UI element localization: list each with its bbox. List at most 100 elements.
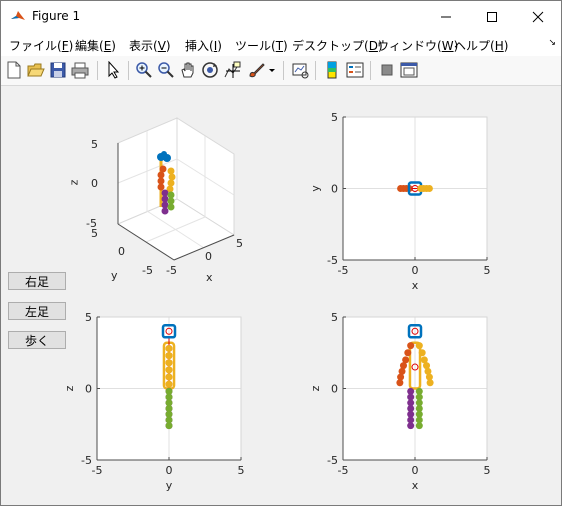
y-tick-label: -5 — [327, 254, 338, 267]
dock-arrow-icon[interactable]: ↘ — [548, 38, 556, 48]
axes-front-view[interactable]: -5 0 5 -5 0 5 x z — [299, 306, 499, 496]
data-point-yellow — [425, 185, 433, 192]
pan-icon[interactable] — [179, 61, 197, 79]
maximize-button[interactable] — [469, 1, 515, 32]
rotate-3d-icon[interactable] — [201, 61, 219, 79]
x-tick-label: 0 — [412, 464, 419, 477]
axes-top-view[interactable]: -5 0 5 -5 0 5 x y — [299, 106, 499, 296]
y-tick-label: -5 — [327, 454, 338, 467]
axes3d-ztick-top: 5 — [91, 138, 98, 151]
menu-file-label: ファイル( — [9, 39, 62, 53]
toolbar-separator — [283, 61, 284, 80]
brush-dropdown-icon[interactable] — [267, 61, 277, 79]
toolbar-separator — [315, 61, 316, 80]
y-tick-label: 0 — [331, 383, 338, 396]
axes3d-ytick-mid: 0 — [118, 245, 125, 258]
axes-side-view[interactable]: -5 0 5 -5 0 5 y z — [53, 306, 253, 496]
save-icon[interactable] — [49, 61, 67, 79]
toolbar-separator — [128, 61, 129, 80]
open-icon[interactable] — [27, 61, 45, 79]
menu-edit[interactable]: 編集(E) — [75, 37, 116, 54]
x-tick-label: -5 — [338, 464, 349, 477]
y-axis-label: y — [309, 185, 322, 192]
zoom-out-icon[interactable] — [157, 61, 175, 79]
axes3d-ylabel: y — [111, 269, 118, 282]
show-plot-tools-icon[interactable] — [400, 61, 418, 79]
y-tick-label: 5 — [85, 311, 92, 324]
close-icon — [532, 11, 544, 22]
data-point-yellow — [165, 344, 173, 352]
menu-insert-tail: ) — [217, 39, 222, 53]
x-tick-label: 5 — [484, 464, 491, 477]
menu-view-key: V — [157, 39, 166, 53]
menu-bar: ファイル(F) 編集(E) 表示(V) 挿入(I) ツール(T) デスクトップ(… — [1, 32, 561, 56]
menu-tools-key: T — [275, 39, 284, 53]
menu-window-label: ウィンドウ( — [377, 39, 442, 53]
axes3d-xtick-mid: 0 — [205, 250, 212, 263]
toolbar-separator — [97, 61, 98, 80]
axes3d-ztick-mid: 0 — [91, 177, 98, 190]
colorbar-icon[interactable] — [323, 61, 341, 79]
menu-view[interactable]: 表示(V) — [129, 37, 171, 54]
x-axis-label: y — [166, 479, 173, 492]
title-bar[interactable]: Figure 1 — [1, 1, 561, 32]
data-point-purple — [407, 422, 415, 430]
menu-view-label: 表示( — [129, 39, 158, 53]
data-point-yellow — [418, 349, 426, 357]
data-point-yellow — [165, 373, 173, 381]
pointer-icon[interactable] — [105, 61, 123, 79]
y-tick-label: 0 — [85, 383, 92, 396]
menu-file-tail: ) — [68, 39, 74, 53]
axes3d-ytick-bottom: -5 — [142, 264, 153, 277]
menu-edit-label: 編集( — [75, 39, 104, 53]
x-axis-label: x — [412, 479, 419, 492]
menu-view-tail: ) — [165, 39, 171, 53]
menu-file[interactable]: ファイル(F) — [9, 37, 73, 54]
menu-tools-label: ツール( — [235, 39, 276, 53]
data-point-orange — [396, 379, 404, 387]
hide-plot-tools-icon[interactable] — [378, 61, 396, 79]
x-tick-label: 0 — [166, 464, 173, 477]
data-point-yellow — [415, 342, 423, 350]
figure-window: Figure 1 ファイル(F) 編集(E) 表示(V) 挿入(I) ツール(T… — [0, 0, 562, 506]
zoom-in-icon[interactable] — [135, 61, 153, 79]
x-tick-label: 0 — [412, 264, 419, 277]
menu-help[interactable]: ヘルプ(H) — [454, 37, 508, 54]
data-point-yellow — [165, 352, 173, 360]
minimize-icon — [441, 16, 451, 17]
menu-help-tail: ) — [503, 39, 509, 53]
x-axis-label: x — [412, 279, 419, 292]
link-plot-icon[interactable] — [291, 61, 309, 79]
toolbar — [1, 56, 561, 86]
menu-window[interactable]: ウィンドウ(W) — [377, 37, 458, 54]
brush-icon[interactable] — [247, 61, 265, 79]
menu-tools[interactable]: ツール(T) — [235, 37, 288, 54]
close-button[interactable] — [515, 1, 561, 32]
menu-insert[interactable]: 挿入(I) — [185, 37, 222, 54]
maximize-icon — [487, 11, 497, 22]
legend-icon[interactable] — [346, 61, 364, 79]
print-icon[interactable] — [71, 61, 89, 79]
y-axis-label: z — [63, 385, 76, 391]
axes3d-zlabel: z — [67, 179, 81, 186]
axes3d-xtick-left: -5 — [166, 264, 177, 277]
toolbar-separator — [370, 61, 371, 80]
window-title: Figure 1 — [32, 9, 81, 23]
data-point-orange — [404, 349, 412, 357]
y-axis-label: z — [309, 385, 322, 391]
new-figure-icon[interactable] — [5, 61, 23, 79]
data-point-orange — [407, 342, 415, 350]
axes3d-xlabel: x — [206, 271, 213, 284]
minimize-button[interactable] — [423, 1, 469, 32]
data-point-yellow — [165, 380, 173, 388]
menu-help-key: H — [494, 39, 504, 53]
right-foot-button[interactable]: 右足 — [8, 272, 66, 290]
data-point-green — [415, 422, 423, 430]
axes-3d[interactable] — [61, 109, 261, 287]
menu-edit-tail: ) — [111, 39, 116, 53]
x-tick-label: 5 — [238, 464, 245, 477]
menu-desktop[interactable]: デスクトップ(D) — [292, 37, 383, 54]
y-tick-label: -5 — [81, 454, 92, 467]
data-point-yellow — [165, 359, 173, 367]
data-cursor-icon[interactable] — [223, 61, 241, 79]
